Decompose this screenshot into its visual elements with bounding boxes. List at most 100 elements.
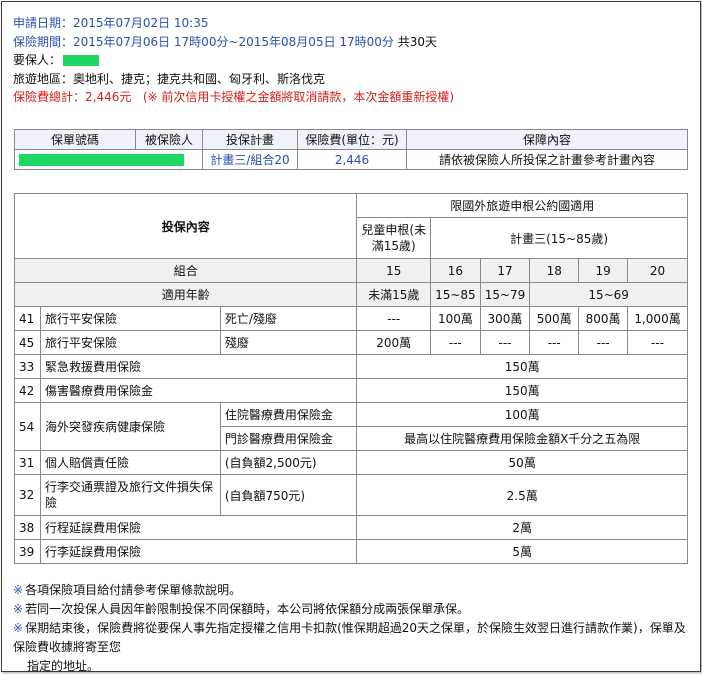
application-info: 申請日期：2015年07月02日 10:35 保險期間：2015年07月06日 … [13, 14, 454, 107]
age-under-15: 未滿15歲 [356, 282, 432, 307]
row-value: 2.5萬 [356, 474, 688, 516]
row-value: 200萬 [356, 330, 432, 355]
row-name: 行李交通票證及旅行文件損失保險 [39, 474, 221, 516]
row-code: 32 [14, 474, 41, 516]
row-name: 行李延誤費用保險 [39, 539, 358, 564]
row-code: 41 [14, 306, 41, 331]
table-row: 31 個人賠償責任險 (自負額2,500元) 50萬 [14, 450, 688, 475]
policy-table-header: 保單號碼 被保險人 投保計畫 保險費(單位：元) 保障內容 [14, 129, 688, 150]
region-label: 旅遊地區： [13, 71, 74, 86]
premium-value: 2,446 [297, 149, 407, 170]
note-text: 各項保險項目給付請參考保單條款說明。 [25, 583, 242, 597]
row-value: 50萬 [356, 450, 688, 475]
table-row: 41 旅行平安保險 死亡/殘廢 --- 100萬 300萬 500萬 800萬 … [14, 306, 688, 331]
note-star-icon: ※ [13, 602, 24, 616]
row-value: 500萬 [529, 306, 580, 331]
col-premium: 保險費(單位：元) [297, 129, 407, 150]
row-name: 旅行平安保險 [39, 330, 221, 355]
notes: ※ 各項保險項目給付請參考保單條款說明。 ※ 若同一次投保人員因年齡限制投保不同保額… [13, 581, 693, 676]
row-sub: 死亡/殘廢 [219, 306, 358, 331]
row-code: 31 [14, 450, 41, 475]
row-name: 旅行平安保險 [39, 306, 221, 331]
combo-18: 18 [529, 258, 580, 283]
table-row: 45 旅行平安保險 殘廢 200萬 --- --- --- --- --- [14, 330, 688, 355]
row-name: 傷害醫療費用保險金 [39, 378, 358, 403]
row-value: --- [479, 330, 531, 355]
redacted-insurer [63, 55, 100, 66]
policy-table: 保單號碼 被保險人 投保計畫 保險費(單位：元) 保障內容 計畫三/組合20 2… [14, 129, 688, 170]
row-value: 150萬 [356, 378, 688, 403]
note-item: ※ 若同一次投保人員因年齡限制投保不同保額時，本公司將依保額分成兩張保單承保。 [13, 600, 693, 619]
age-row: 適用年齡 未滿15歲 15~85 15~79 15~69 [13, 282, 688, 307]
age-15-79: 15~79 [479, 282, 531, 307]
row-value: 100萬 [356, 402, 688, 427]
redacted-policy-cell [14, 149, 203, 170]
insurer-label: 要保人： [13, 53, 62, 67]
row-value: 1,000萬 [627, 306, 688, 331]
row-value: 150萬 [356, 354, 688, 379]
premium-total-label: 保險費總計： [13, 90, 86, 104]
row-name: 行程延誤費用保險 [39, 515, 358, 540]
note-text-continued: 指定的地址。 [27, 659, 100, 673]
period: 2015年07月06日 17時00分~2015年08月05日 17時00分 [73, 34, 394, 49]
age-label: 適用年齡 [13, 282, 358, 307]
combo-19: 19 [578, 258, 629, 283]
note-item: ※ 各項保險項目給付請參考保單條款說明。 [13, 581, 693, 600]
coverage-table: 投保內容 限國外旅遊申根公約國適用 兒童申根(未滿15歲) 計畫三(15~85歲… [13, 193, 688, 564]
table-row: 54 海外突發疾病健康保險 住院醫療費用保險金 100萬 [14, 402, 688, 451]
premium-note: (※ 前次信用卡授權之金額將取消請款，本次金額重新授權) [142, 90, 455, 104]
age-15-85: 15~85 [430, 282, 481, 307]
combo-17: 17 [479, 258, 531, 283]
row-sub: 住院醫療費用保險金 [219, 402, 358, 427]
premium-total: 2,446元 [85, 90, 132, 104]
row-name: 緊急救援費用保險 [39, 354, 358, 379]
row-sub: (自負額2,500元) [219, 450, 358, 475]
apply-date: 2015年07月02日 10:35 [73, 16, 209, 30]
table-row: 38 行程延誤費用保險 2萬 [14, 515, 688, 540]
child-plan-header: 兒童申根(未滿15歲) [356, 217, 432, 259]
row-value: 800萬 [578, 306, 629, 331]
row-value: 2萬 [356, 515, 688, 540]
col-policy-number: 保單號碼 [14, 129, 136, 150]
coverage-title-right: 限國外旅遊申根公約國適用 [356, 193, 688, 218]
row-code: 45 [14, 330, 41, 355]
table-row: 33 緊急救援費用保險 150萬 [14, 354, 688, 379]
row-value: 5萬 [356, 539, 688, 564]
note-text: 若同一次投保人員因年齡限制投保不同保額時，本公司將依保額分成兩張保單承保。 [25, 602, 470, 616]
table-row: 42 傷害醫療費用保險金 150萬 [14, 378, 688, 403]
row-value: --- [578, 330, 629, 355]
table-row: 32 行李交通票證及旅行文件損失保險 (自負額750元) 2.5萬 [14, 474, 688, 516]
plan-value: 計畫三/組合20 [202, 149, 298, 170]
redacted-policy-number [19, 154, 184, 166]
col-insured: 被保險人 [135, 129, 203, 150]
row-code: 54 [14, 402, 41, 451]
coverage-note: 請依被保險人所投保之計畫參考計畫內容 [406, 149, 688, 170]
note-star-icon: ※ [13, 583, 24, 597]
row-code: 38 [14, 515, 41, 540]
coverage-title-left: 投保內容 [13, 193, 358, 259]
row-value: 100萬 [430, 306, 481, 331]
combo-16: 16 [430, 258, 481, 283]
region: 奧地利、捷克；捷克共和國、匈牙利、斯洛伐克 [73, 71, 326, 86]
row-sub: (自負額750元) [219, 474, 358, 516]
row-value: --- [529, 330, 580, 355]
apply-date-label: 申請日期： [13, 16, 74, 30]
col-plan: 投保計畫 [202, 129, 298, 150]
row-sub: 殘廢 [219, 330, 358, 355]
row-code: 42 [14, 378, 41, 403]
age-15-69: 15~69 [529, 282, 688, 307]
row-code: 33 [14, 354, 41, 379]
policy-row: 計畫三/組合20 2,446 請依被保險人所投保之計畫參考計畫內容 [14, 149, 688, 170]
row-value: --- [627, 330, 688, 355]
row-value: --- [356, 306, 432, 331]
row-code: 39 [14, 539, 41, 564]
combo-row: 組合 15 16 17 18 19 20 [13, 258, 688, 283]
combo-label: 組合 [13, 258, 358, 283]
row-value: 300萬 [479, 306, 531, 331]
coverage-title-row: 投保內容 限國外旅遊申根公約國適用 [13, 193, 688, 259]
col-coverage: 保障內容 [406, 129, 688, 150]
combo-15: 15 [356, 258, 432, 283]
combo-20: 20 [627, 258, 688, 283]
note-item: ※ 保期結束後，保險費將從要保人事先指定授權之信用卡扣款(惟保期超過20天之保單，… [13, 619, 693, 657]
row-value: --- [430, 330, 481, 355]
